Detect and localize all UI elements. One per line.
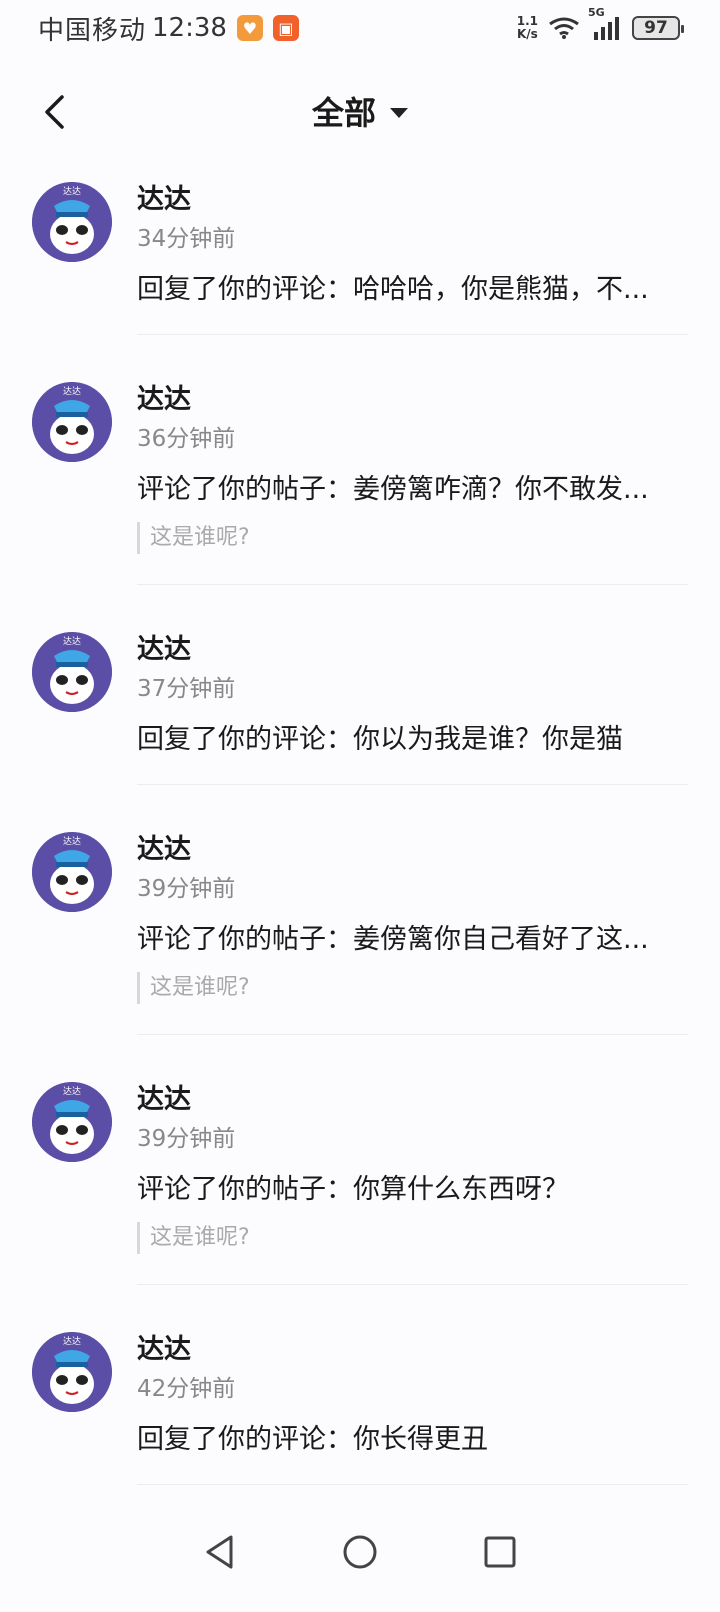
caret-down-icon	[390, 108, 408, 118]
quoted-text: 这是谁呢?	[137, 522, 688, 554]
notification-author: 达达	[137, 1334, 191, 1365]
divider	[137, 1284, 688, 1285]
svg-text:达达: 达达	[63, 835, 81, 847]
nav-home-button[interactable]	[330, 1522, 390, 1582]
avatar[interactable]: 达达	[32, 632, 112, 712]
quoted-text: 这是谁呢?	[137, 1222, 688, 1254]
svg-text:达达: 达达	[63, 1085, 81, 1097]
svg-text:达达: 达达	[63, 1335, 81, 1347]
notification-time: 39分钟前	[137, 1126, 236, 1152]
cell-signal: 5G	[588, 6, 622, 40]
panda-avatar-icon: 达达	[32, 632, 112, 712]
panda-avatar-icon: 达达	[32, 1082, 112, 1162]
svg-text:达达: 达达	[63, 385, 81, 397]
notification-time: 42分钟前	[137, 1376, 236, 1402]
notification-content: 回复了你的评论：你长得更丑	[137, 1424, 488, 1455]
kuaishou-app-icon: ▣	[272, 15, 299, 41]
svg-text:达达: 达达	[63, 635, 81, 647]
divider	[137, 334, 688, 335]
notification-time: 34分钟前	[137, 226, 236, 252]
notification-content: 回复了你的评论：哈哈哈，你是熊猫，不...	[137, 274, 649, 305]
notification-author: 达达	[137, 184, 191, 215]
signal-bars-icon	[594, 17, 619, 40]
divider	[137, 584, 688, 585]
avatar[interactable]: 达达	[32, 1082, 112, 1162]
status-time: 12:38	[152, 13, 227, 43]
notification-author: 达达	[137, 384, 191, 415]
notification-app-icon: ♥	[236, 15, 263, 41]
avatar[interactable]: 达达	[32, 1332, 112, 1412]
nav-recents-button[interactable]	[470, 1522, 530, 1582]
status-indicators: 1.1 K/s 5G 97	[517, 6, 684, 41]
notification-time: 39分钟前	[137, 876, 236, 902]
divider	[137, 1034, 688, 1035]
notification-author: 达达	[137, 834, 191, 865]
nav-back-button[interactable]	[190, 1522, 250, 1582]
notification-content: 评论了你的帖子：姜傍篱咋滴？你不敢发...	[137, 474, 649, 505]
page-title: 全部	[311, 94, 376, 132]
signal-type-label: 5G	[588, 6, 605, 19]
panda-avatar-icon: 达达	[32, 832, 112, 912]
filter-dropdown[interactable]: 全部	[0, 88, 720, 134]
notification-author: 达达	[137, 634, 191, 665]
battery-indicator: 97	[632, 16, 684, 40]
page-header: 全部	[0, 70, 720, 156]
notification-time: 37分钟前	[137, 676, 236, 702]
notification-time: 36分钟前	[137, 426, 236, 452]
divider	[137, 784, 688, 785]
avatar[interactable]: 达达	[32, 382, 112, 462]
notification-content: 回复了你的评论：你以为我是谁？你是猫	[137, 724, 623, 755]
quoted-text: 这是谁呢?	[137, 972, 688, 1004]
carrier-label: 中国移动	[38, 15, 147, 46]
panda-avatar-icon: 达达	[32, 182, 112, 262]
svg-text:达达: 达达	[63, 185, 81, 197]
status-bar: 中国移动 12:38 ♥ ▣ 1.1 K/s 5G 97	[0, 0, 720, 56]
panda-avatar-icon: 达达	[32, 1332, 112, 1412]
divider	[137, 1484, 688, 1485]
triangle-back-icon	[206, 1535, 233, 1569]
square-recents-icon	[484, 1536, 516, 1568]
notification-content: 评论了你的帖子：姜傍篱你自己看好了这...	[137, 924, 649, 955]
network-speed-unit: K/s	[516, 27, 538, 41]
circle-home-icon	[343, 1535, 377, 1569]
wifi-icon	[549, 17, 579, 39]
notification-author: 达达	[137, 1084, 191, 1115]
network-speed: 1.1 K/s	[517, 15, 538, 41]
system-nav-bar	[0, 1492, 720, 1612]
panda-avatar-icon: 达达	[32, 382, 112, 462]
avatar[interactable]: 达达	[32, 832, 112, 912]
avatar[interactable]: 达达	[32, 182, 112, 262]
notification-content: 评论了你的帖子：你算什么东西呀？	[137, 1174, 569, 1205]
